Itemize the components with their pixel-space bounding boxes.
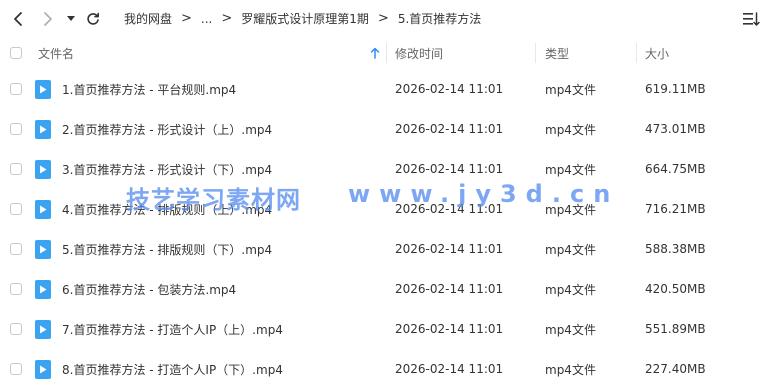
row-checkbox[interactable] — [10, 283, 22, 295]
file-type: mp4文件 — [545, 162, 596, 177]
view-toggle-button[interactable] — [742, 10, 760, 28]
file-row[interactable]: 1.首页推荐方法 - 平台规则.mp4 2026-02-14 11:01 mp4… — [0, 69, 768, 109]
video-file-icon — [35, 320, 51, 339]
video-file-icon — [35, 160, 51, 179]
file-size: 227.40MB — [645, 362, 706, 376]
file-row[interactable]: 4.首页推荐方法 - 排版规则（上）.mp4 2026-02-14 11:01 … — [0, 189, 768, 229]
forward-button[interactable] — [38, 8, 58, 30]
file-name[interactable]: 4.首页推荐方法 - 排版规则（上）.mp4 — [62, 189, 272, 229]
breadcrumb: 我的网盘 > ... > 罗耀版式设计原理第1期 > 5.首页推荐方法 — [124, 0, 481, 37]
column-modified[interactable]: 修改时间 — [395, 37, 443, 69]
column-name[interactable]: 文件名 — [38, 37, 74, 69]
file-row[interactable]: 7.首页推荐方法 - 打造个人IP（上）.mp4 2026-02-14 11:0… — [0, 309, 768, 349]
back-button[interactable] — [8, 8, 28, 30]
row-checkbox[interactable] — [10, 83, 22, 95]
file-size: 664.75MB — [645, 162, 706, 176]
column-type[interactable]: 类型 — [545, 37, 569, 69]
file-size: 716.21MB — [645, 202, 706, 216]
file-type: mp4文件 — [545, 242, 596, 257]
video-file-icon — [35, 240, 51, 259]
file-name[interactable]: 6.首页推荐方法 - 包装方法.mp4 — [62, 269, 236, 309]
file-name[interactable]: 3.首页推荐方法 - 形式设计（下）.mp4 — [62, 149, 272, 189]
breadcrumb-separator: > — [377, 11, 389, 26]
breadcrumb-separator: > — [221, 11, 233, 26]
column-divider[interactable] — [386, 43, 387, 63]
toolbar: 我的网盘 > ... > 罗耀版式设计原理第1期 > 5.首页推荐方法 — [0, 0, 768, 37]
refresh-icon — [87, 12, 99, 25]
file-type: mp4文件 — [545, 322, 596, 337]
file-type: mp4文件 — [545, 82, 596, 97]
history-dropdown-button[interactable] — [64, 8, 78, 30]
row-checkbox[interactable] — [10, 163, 22, 175]
file-name[interactable]: 2.首页推荐方法 - 形式设计（上）.mp4 — [62, 109, 272, 149]
file-type: mp4文件 — [545, 282, 596, 297]
column-divider[interactable] — [535, 43, 536, 63]
file-size: 551.89MB — [645, 322, 706, 336]
row-checkbox[interactable] — [10, 363, 22, 375]
breadcrumb-item-root[interactable]: 我的网盘 — [124, 10, 172, 27]
file-name[interactable]: 7.首页推荐方法 - 打造个人IP（上）.mp4 — [62, 309, 283, 349]
file-modified: 2026-02-14 11:01 — [395, 242, 504, 256]
select-all-checkbox[interactable] — [10, 47, 22, 59]
breadcrumb-separator: > — [181, 11, 192, 26]
file-type: mp4文件 — [545, 202, 596, 217]
arrow-up-icon — [370, 47, 380, 59]
view-toggle-icon — [743, 12, 760, 26]
video-file-icon — [35, 200, 51, 219]
file-modified: 2026-02-14 11:01 — [395, 362, 504, 376]
file-row[interactable]: 6.首页推荐方法 - 包装方法.mp4 2026-02-14 11:01 mp4… — [0, 269, 768, 309]
file-modified: 2026-02-14 11:01 — [395, 162, 504, 176]
file-modified: 2026-02-14 11:01 — [395, 82, 504, 96]
breadcrumb-item-ellipsis[interactable]: ... — [201, 12, 212, 26]
sort-ascending-button[interactable] — [370, 37, 380, 69]
breadcrumb-item-course[interactable]: 罗耀版式设计原理第1期 — [241, 10, 369, 27]
chevron-right-icon — [44, 12, 52, 26]
row-checkbox[interactable] — [10, 123, 22, 135]
file-type: mp4文件 — [545, 122, 596, 137]
video-file-icon — [35, 80, 51, 99]
column-header: 文件名 修改时间 类型 大小 — [0, 37, 768, 69]
file-size: 420.50MB — [645, 282, 706, 296]
file-modified: 2026-02-14 11:01 — [395, 122, 504, 136]
file-size: 588.38MB — [645, 242, 706, 256]
chevron-left-icon — [14, 12, 22, 26]
video-file-icon — [35, 280, 51, 299]
refresh-button[interactable] — [84, 8, 102, 30]
file-name[interactable]: 8.首页推荐方法 - 打造个人IP（下）.mp4 — [62, 349, 283, 389]
file-type: mp4文件 — [545, 362, 596, 377]
breadcrumb-item-current[interactable]: 5.首页推荐方法 — [398, 10, 481, 27]
file-modified: 2026-02-14 11:01 — [395, 202, 504, 216]
row-checkbox[interactable] — [10, 243, 22, 255]
file-name[interactable]: 1.首页推荐方法 - 平台规则.mp4 — [62, 69, 236, 109]
file-modified: 2026-02-14 11:01 — [395, 322, 504, 336]
file-modified: 2026-02-14 11:01 — [395, 282, 504, 296]
file-row[interactable]: 3.首页推荐方法 - 形式设计（下）.mp4 2026-02-14 11:01 … — [0, 149, 768, 189]
column-size[interactable]: 大小 — [645, 37, 669, 69]
file-size: 619.11MB — [645, 82, 706, 96]
file-row[interactable]: 8.首页推荐方法 - 打造个人IP（下）.mp4 2026-02-14 11:0… — [0, 349, 768, 389]
column-divider[interactable] — [636, 43, 637, 63]
video-file-icon — [35, 360, 51, 379]
file-size: 473.01MB — [645, 122, 706, 136]
file-name[interactable]: 5.首页推荐方法 - 排版规则（下）.mp4 — [62, 229, 272, 269]
file-row[interactable]: 2.首页推荐方法 - 形式设计（上）.mp4 2026-02-14 11:01 … — [0, 109, 768, 149]
video-file-icon — [35, 120, 51, 139]
row-checkbox[interactable] — [10, 203, 22, 215]
row-checkbox[interactable] — [10, 323, 22, 335]
caret-down-icon — [67, 16, 75, 21]
file-row[interactable]: 5.首页推荐方法 - 排版规则（下）.mp4 2026-02-14 11:01 … — [0, 229, 768, 269]
